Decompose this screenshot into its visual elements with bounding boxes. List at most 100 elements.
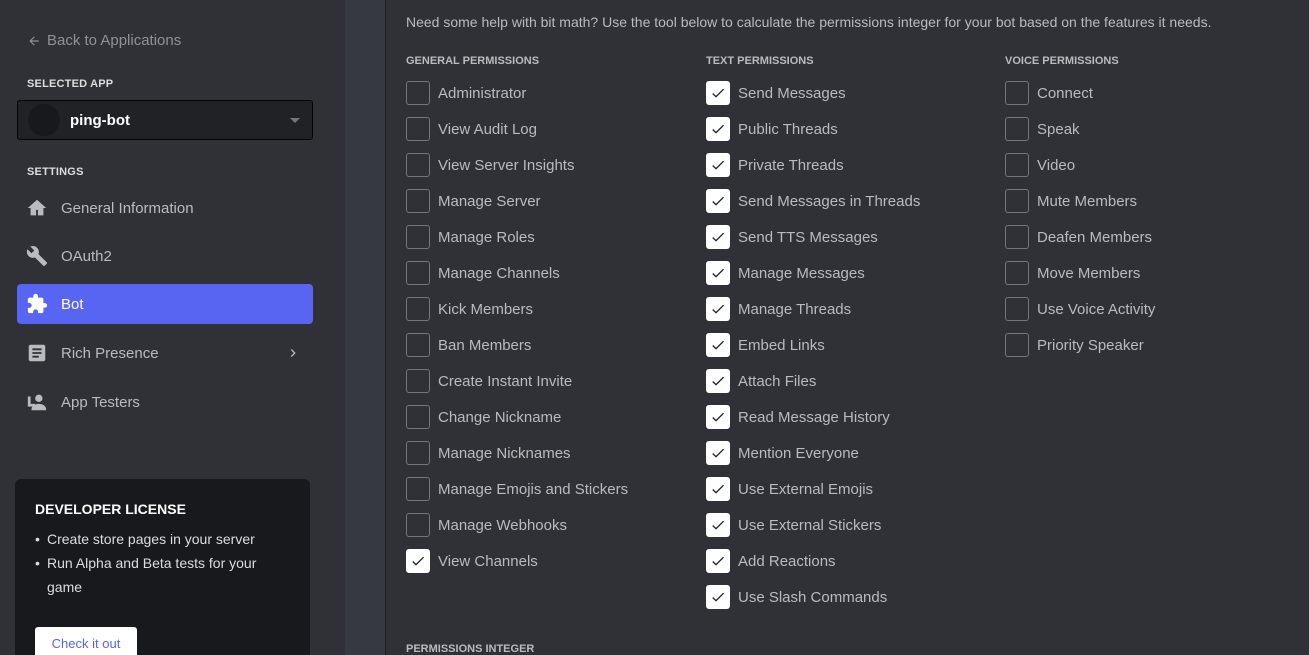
permission-checkbox[interactable] <box>1005 189 1029 213</box>
permission-public-threads[interactable]: Public Threads <box>706 111 996 147</box>
permission-checkbox[interactable] <box>706 297 730 321</box>
permission-checkbox[interactable] <box>706 225 730 249</box>
permission-speak[interactable]: Speak <box>1005 111 1295 147</box>
permission-create-instant-invite[interactable]: Create Instant Invite <box>406 363 696 399</box>
checkmark-icon <box>712 268 724 278</box>
permission-move-members[interactable]: Move Members <box>1005 255 1295 291</box>
permission-checkbox[interactable] <box>406 513 430 537</box>
permission-manage-nicknames[interactable]: Manage Nicknames <box>406 435 696 471</box>
nav-item-oauth2[interactable]: OAuth2 <box>17 236 313 276</box>
permission-send-messages-in-threads[interactable]: Send Messages in Threads <box>706 183 996 219</box>
permission-send-tts-messages[interactable]: Send TTS Messages <box>706 219 996 255</box>
permission-checkbox[interactable] <box>706 477 730 501</box>
permission-checkbox[interactable] <box>1005 153 1029 177</box>
permission-checkbox[interactable] <box>406 369 430 393</box>
permission-video[interactable]: Video <box>1005 147 1295 183</box>
permission-priority-speaker[interactable]: Priority Speaker <box>1005 327 1295 363</box>
permission-checkbox[interactable] <box>406 477 430 501</box>
permission-label: Change Nickname <box>438 408 562 426</box>
permission-administrator[interactable]: Administrator <box>406 75 696 111</box>
permission-use-slash-commands[interactable]: Use Slash Commands <box>706 579 996 615</box>
permission-label: Video <box>1037 156 1076 174</box>
permission-ban-members[interactable]: Ban Members <box>406 327 696 363</box>
permission-checkbox[interactable] <box>706 369 730 393</box>
nav-item-rich-presence[interactable]: Rich Presence <box>17 333 313 373</box>
permission-checkbox[interactable] <box>406 117 430 141</box>
permission-checkbox[interactable] <box>406 405 430 429</box>
permission-checkbox[interactable] <box>706 585 730 609</box>
permission-kick-members[interactable]: Kick Members <box>406 291 696 327</box>
permission-label: Mention Everyone <box>738 444 859 462</box>
permission-checkbox[interactable] <box>706 405 730 429</box>
checkmark-icon <box>712 232 724 242</box>
nav-item-general-information[interactable]: General Information <box>17 188 313 228</box>
permission-checkbox[interactable] <box>406 549 430 573</box>
permission-view-channels[interactable]: View Channels <box>406 543 696 579</box>
permission-checkbox[interactable] <box>706 189 730 213</box>
permission-manage-threads[interactable]: Manage Threads <box>706 291 996 327</box>
permission-checkbox[interactable] <box>1005 297 1029 321</box>
app-selector[interactable]: ping-bot <box>17 100 313 140</box>
permission-checkbox[interactable] <box>406 441 430 465</box>
check-it-out-button[interactable]: Check it out <box>35 627 137 655</box>
caret-down-icon <box>290 118 300 123</box>
permission-use-voice-activity[interactable]: Use Voice Activity <box>1005 291 1295 327</box>
permission-view-audit-log[interactable]: View Audit Log <box>406 111 696 147</box>
checkmark-icon <box>712 484 724 494</box>
permission-checkbox[interactable] <box>406 297 430 321</box>
app-name: ping-bot <box>70 111 130 129</box>
checkmark-icon <box>712 556 724 566</box>
permission-checkbox[interactable] <box>1005 261 1029 285</box>
permission-checkbox[interactable] <box>706 549 730 573</box>
permission-read-message-history[interactable]: Read Message History <box>706 399 996 435</box>
permission-checkbox[interactable] <box>1005 117 1029 141</box>
permission-checkbox[interactable] <box>406 333 430 357</box>
permission-connect[interactable]: Connect <box>1005 75 1295 111</box>
permission-checkbox[interactable] <box>706 81 730 105</box>
permission-checkbox[interactable] <box>706 117 730 141</box>
permission-checkbox[interactable] <box>406 81 430 105</box>
permission-checkbox[interactable] <box>1005 225 1029 249</box>
permission-checkbox[interactable] <box>706 153 730 177</box>
permission-checkbox[interactable] <box>406 225 430 249</box>
permission-checkbox[interactable] <box>706 261 730 285</box>
permission-attach-files[interactable]: Attach Files <box>706 363 996 399</box>
permission-manage-roles[interactable]: Manage Roles <box>406 219 696 255</box>
nav-item-bot[interactable]: Bot <box>17 284 313 324</box>
permission-label: Use External Stickers <box>738 516 882 534</box>
permission-embed-links[interactable]: Embed Links <box>706 327 996 363</box>
permission-manage-messages[interactable]: Manage Messages <box>706 255 996 291</box>
permission-manage-webhooks[interactable]: Manage Webhooks <box>406 507 696 543</box>
permission-mention-everyone[interactable]: Mention Everyone <box>706 435 996 471</box>
permission-manage-server[interactable]: Manage Server <box>406 183 696 219</box>
permission-label: Priority Speaker <box>1037 336 1144 354</box>
selected-app-label: SELECTED APP <box>27 78 114 90</box>
back-to-applications-link[interactable]: Back to Applications <box>27 32 181 49</box>
permission-checkbox[interactable] <box>1005 81 1029 105</box>
license-item: Run Alpha and Beta tests for your game <box>35 551 290 599</box>
permission-use-external-stickers[interactable]: Use External Stickers <box>706 507 996 543</box>
permission-mute-members[interactable]: Mute Members <box>1005 183 1295 219</box>
permission-add-reactions[interactable]: Add Reactions <box>706 543 996 579</box>
content-gutter <box>345 0 385 655</box>
permission-label: Speak <box>1037 120 1080 138</box>
permission-change-nickname[interactable]: Change Nickname <box>406 399 696 435</box>
permission-checkbox[interactable] <box>406 189 430 213</box>
permission-checkbox[interactable] <box>706 441 730 465</box>
permission-checkbox[interactable] <box>706 513 730 537</box>
permission-send-messages[interactable]: Send Messages <box>706 75 996 111</box>
permission-deafen-members[interactable]: Deafen Members <box>1005 219 1295 255</box>
permission-checkbox[interactable] <box>706 333 730 357</box>
permission-view-server-insights[interactable]: View Server Insights <box>406 147 696 183</box>
permission-manage-emojis-and-stickers[interactable]: Manage Emojis and Stickers <box>406 471 696 507</box>
permission-manage-channels[interactable]: Manage Channels <box>406 255 696 291</box>
permission-use-external-emojis[interactable]: Use External Emojis <box>706 471 996 507</box>
permission-label: Connect <box>1037 84 1093 102</box>
permission-checkbox[interactable] <box>406 153 430 177</box>
permission-private-threads[interactable]: Private Threads <box>706 147 996 183</box>
nav-item-app-testers[interactable]: App Testers <box>17 382 313 422</box>
permission-label: Manage Roles <box>438 228 535 246</box>
permission-checkbox[interactable] <box>406 261 430 285</box>
permission-checkbox[interactable] <box>1005 333 1029 357</box>
app-avatar <box>28 104 60 136</box>
